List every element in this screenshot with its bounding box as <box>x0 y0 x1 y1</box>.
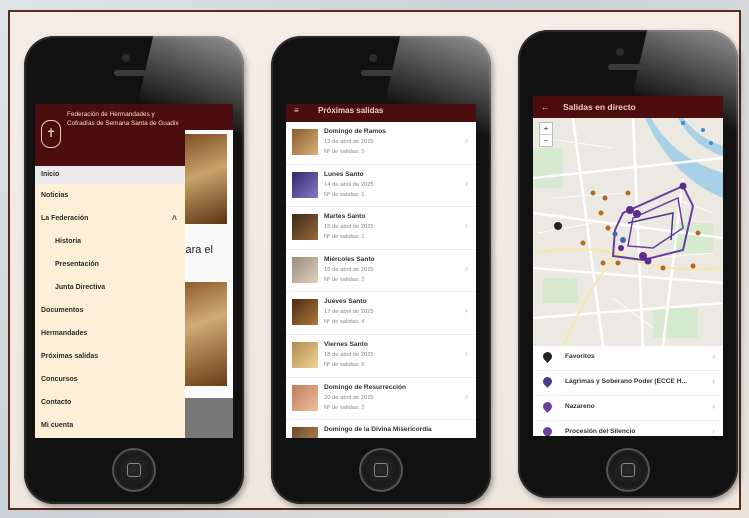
home-button[interactable] <box>114 450 154 490</box>
list-item[interactable]: Domingo de Ramos 13 de abril de 2025 Nº … <box>286 122 476 165</box>
menu-item-proximas-salidas[interactable]: Próximas salidas <box>35 345 185 368</box>
navigation-drawer: ✝ Federación de Hermandades y Cofradías … <box>35 104 185 438</box>
chevron-right-icon: › <box>465 305 468 316</box>
menu-item-historia[interactable]: Historia <box>35 230 185 253</box>
page-title: Salidas en directo <box>563 102 636 112</box>
list-item[interactable]: Lunes Santo 14 de abril de 2025 Nº de sa… <box>286 164 476 208</box>
news-image[interactable] <box>179 134 227 224</box>
chevron-right-icon: › <box>465 135 468 145</box>
thumbnail-image <box>292 427 318 438</box>
menu-item-hermandades[interactable]: Hermandades <box>35 322 185 345</box>
list-item[interactable]: Viernes Santo 18 de abril de 2025 Nº de … <box>286 334 476 378</box>
menu-icon[interactable]: ≡ <box>294 104 299 118</box>
menu-item-mi-cuenta[interactable]: Mi cuenta <box>35 414 185 437</box>
news-title-fragment: ara el <box>185 244 213 256</box>
thumbnail-image <box>292 341 318 368</box>
list-item[interactable]: Jueves Santo 17 de abril de 2025 Nº de s… <box>286 292 476 335</box>
legend-item-procesion-silencio[interactable]: Procesión del Silencio › <box>533 421 723 436</box>
speaker-grille <box>114 70 154 76</box>
zoom-out-button[interactable]: − <box>540 135 552 146</box>
chevron-right-icon: › <box>465 262 468 273</box>
chevron-right-icon: › <box>712 376 715 386</box>
menu-item-contacto[interactable]: Contacto <box>35 391 185 414</box>
page-title: Próximas salidas <box>318 106 384 115</box>
home-button[interactable] <box>361 450 401 490</box>
back-arrow-icon[interactable]: ← <box>541 96 550 118</box>
menu-item-la-federacion[interactable]: La Federación ˄ <box>35 207 185 230</box>
list-item[interactable]: Domingo de la Divina Misericordia <box>286 420 476 438</box>
chevron-right-icon: › <box>465 220 468 231</box>
front-camera <box>122 54 130 62</box>
front-camera <box>369 54 377 62</box>
map-pin-icon <box>541 425 554 436</box>
legend-item-nazareno[interactable]: Nazareno › <box>533 396 723 421</box>
phone-1-screen: ara el Á ✝ Federación de Hermandades y C… <box>35 104 233 438</box>
speaker-grille <box>608 64 648 70</box>
federation-logo-icon: ✝ <box>41 120 61 148</box>
zoom-control: + − <box>539 122 553 147</box>
front-camera <box>616 48 624 56</box>
menu-item-concursos[interactable]: Concursos <box>35 368 185 391</box>
drawer-header: ✝ Federación de Hermandades y Cofradías … <box>35 104 185 166</box>
chevron-right-icon: › <box>712 401 715 411</box>
menu-item-documentos[interactable]: Documentos <box>35 299 185 322</box>
menu-item-inicio[interactable]: Inicio <box>35 166 185 184</box>
list-item[interactable]: Domingo de Resurrección 20 de abril de 2… <box>286 377 476 421</box>
chevron-right-icon: › <box>712 351 715 361</box>
list-item[interactable]: Miércoles Santo 16 de abril de 2025 Nº d… <box>286 249 476 293</box>
legend-item-lagrimas[interactable]: Lágrimas y Soberano Poder (ECCE H... › <box>533 371 723 396</box>
chevron-right-icon: › <box>465 347 468 358</box>
app-bar: ← Salidas en directo <box>533 96 723 118</box>
app-bar: ≡ Próximas salidas <box>286 104 476 122</box>
zoom-in-button[interactable]: + <box>540 123 552 135</box>
chevron-right-icon: › <box>465 177 468 188</box>
menu-item-presentacion[interactable]: Presentación <box>35 253 185 276</box>
news-image[interactable] <box>179 282 227 386</box>
phone-1: ara el Á ✝ Federación de Hermandades y C… <box>24 36 244 504</box>
menu-item-junta-directiva[interactable]: Junta Directiva <box>35 276 185 299</box>
map-graphic <box>533 118 723 346</box>
thumbnail-image <box>292 299 318 326</box>
list-item[interactable]: Martes Santo 15 de abril de 2025 Nº de s… <box>286 207 476 250</box>
map-pin-icon <box>541 400 554 413</box>
phone-2-screen: ≡ Próximas salidas Domingo de Ramos 13 d… <box>286 104 476 438</box>
organization-name: Federación de Hermandades y Cofradías de… <box>67 111 179 127</box>
thumbnail-image <box>292 256 318 283</box>
chevron-right-icon: › <box>712 426 715 436</box>
phone-3: ← Salidas en directo + − Favoritos › Lág… <box>518 30 738 498</box>
map-pin-icon <box>541 350 554 363</box>
chevron-right-icon: › <box>465 390 468 401</box>
menu-item-noticias[interactable]: Noticias <box>35 184 185 207</box>
phone-3-screen: ← Salidas en directo + − Favoritos › Lág… <box>533 96 723 436</box>
live-map[interactable]: + − <box>533 118 723 346</box>
thumbnail-image <box>292 214 318 241</box>
home-button[interactable] <box>608 450 648 490</box>
phone-2: ≡ Próximas salidas Domingo de Ramos 13 d… <box>271 36 491 504</box>
thumbnail-image <box>292 384 318 411</box>
thumbnail-image <box>292 171 318 198</box>
legend-item-favoritos[interactable]: Favoritos › <box>533 346 723 371</box>
map-pin-icon <box>541 375 554 388</box>
chevron-up-icon: ˄ <box>171 213 177 223</box>
speaker-grille <box>361 70 401 76</box>
thumbnail-image <box>292 129 318 155</box>
